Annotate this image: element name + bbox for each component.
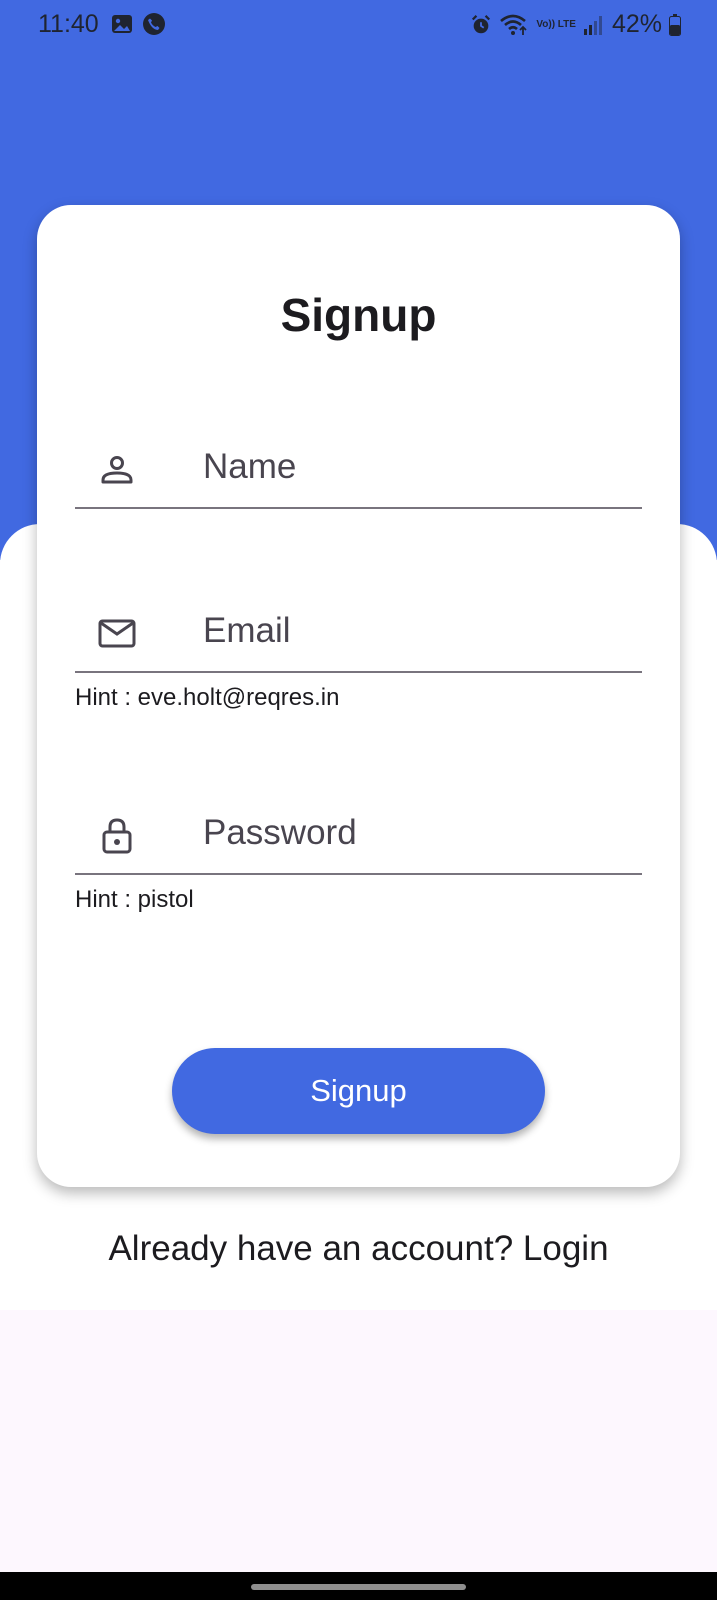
- status-notification-icons: [110, 12, 166, 36]
- signup-button[interactable]: Signup: [172, 1048, 545, 1134]
- status-system-icons: Vo)) LTE 42%: [470, 10, 681, 39]
- volte-icon: Vo)) LTE: [536, 18, 576, 30]
- login-link[interactable]: Already have an account? Login: [0, 1229, 717, 1269]
- email-label: Email: [203, 611, 291, 650]
- mail-icon: [98, 619, 136, 648]
- password-label: Password: [203, 813, 357, 852]
- name-field[interactable]: Name: [75, 427, 642, 509]
- home-indicator[interactable]: [251, 1584, 466, 1590]
- signal-icon: [583, 15, 602, 35]
- page-title: Signup: [280, 289, 437, 341]
- wifi-icon: [500, 14, 527, 35]
- signup-card: Signup Name Email Hint : eve.holt@reqres…: [37, 205, 680, 1187]
- person-icon: [101, 456, 133, 484]
- lock-icon: [102, 818, 132, 854]
- gallery-icon: [112, 15, 132, 33]
- status-time: 11:40: [38, 10, 99, 38]
- navigation-bar: [0, 1572, 717, 1600]
- battery-level: 42%: [611, 10, 662, 38]
- name-label: Name: [203, 447, 297, 486]
- alarm-icon: [472, 14, 491, 33]
- battery-icon: [669, 13, 681, 36]
- phone-call-icon: [143, 13, 165, 35]
- email-field[interactable]: Email: [75, 591, 642, 673]
- email-hint: Hint : eve.holt@reqres.in: [75, 684, 340, 711]
- status-bar: 11:40 Vo)) LTE 42%: [0, 0, 717, 52]
- password-field[interactable]: Password: [75, 793, 642, 875]
- password-hint: Hint : pistol: [75, 886, 194, 913]
